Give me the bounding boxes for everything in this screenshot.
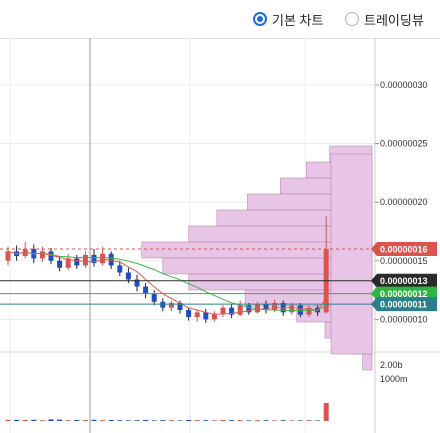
candle-body: [125, 272, 131, 280]
candle-body: [5, 251, 11, 261]
volume-bar: [31, 419, 37, 421]
candle-body: [220, 307, 226, 314]
price-tick-label: 0.00000030: [380, 80, 428, 90]
radio-unselected-icon: [345, 12, 359, 26]
profile-bar: [362, 353, 373, 371]
volume-bar: [297, 420, 303, 421]
volume-bar: [117, 420, 123, 421]
candle-body: [203, 312, 209, 320]
volume-bar: [315, 420, 321, 421]
volume-bar: [229, 420, 235, 421]
price-tick-label: 0.00000010: [380, 314, 428, 324]
volume-bar: [5, 419, 11, 421]
volume-bar: [57, 419, 63, 421]
chart-type-toolbar: 기본 차트 트레이딩뷰: [0, 0, 440, 39]
volume-bar: [22, 420, 28, 421]
volume-bar: [151, 420, 157, 421]
price-tag-label: 0.00000016: [380, 245, 428, 255]
basic-chart-label: 기본 차트: [272, 12, 324, 28]
candle-body: [151, 293, 157, 302]
volume-bar: [203, 420, 209, 421]
volume-bar: [280, 420, 286, 421]
radio-selected-icon: [253, 12, 267, 26]
volume-profile: [141, 145, 373, 371]
candle-body: [117, 265, 123, 273]
volume-bar: [160, 420, 166, 421]
volume-bar: [323, 403, 329, 421]
volume-bar: [263, 420, 269, 421]
volume-bar: [48, 419, 54, 421]
volume-bar: [306, 420, 312, 421]
volume-bar: [143, 420, 149, 421]
candle-body: [297, 305, 303, 315]
volume-bar: [39, 420, 45, 421]
volume-bar: [82, 420, 88, 421]
volume-bar: [134, 420, 140, 421]
volume-bar: [211, 420, 217, 421]
volume-bar: [246, 420, 252, 421]
volume-bar: [194, 420, 200, 421]
candle-body: [160, 301, 166, 308]
candle-body: [100, 253, 106, 264]
candlestick-chart[interactable]: 0.00000030 0.00000025 0.00000020 0.00000015…: [0, 38, 440, 433]
volume-bar: [91, 419, 97, 421]
price-tag-label: 0.00000011: [380, 300, 427, 310]
volume-bar: [168, 420, 174, 421]
candle-body: [289, 305, 295, 313]
candle-body: [74, 258, 80, 266]
volume-bar: [108, 420, 114, 421]
candle-body: [237, 305, 243, 315]
price-tick-label: 0.00000025: [380, 139, 428, 149]
price-tick-label: 0.00000020: [380, 197, 428, 207]
volume-bar: [14, 420, 20, 421]
price-tick-label: 0.00000015: [380, 256, 428, 266]
price-tag-label: 0.00000013: [380, 276, 428, 286]
candle-body: [186, 310, 192, 318]
candle-body: [108, 253, 114, 266]
volume-tick-label: 1000m: [380, 374, 408, 384]
volume-bar: [177, 420, 183, 421]
volume-bars: [5, 403, 329, 421]
volume-bar: [289, 420, 295, 421]
tradingview-label: 트레이딩뷰: [364, 12, 424, 28]
candle-body: [57, 260, 63, 268]
volume-bar: [65, 420, 71, 421]
volume-bar: [272, 420, 278, 421]
volume-bar: [237, 420, 243, 421]
volume-bar: [220, 420, 226, 421]
volume-bar: [125, 420, 131, 421]
candle-body: [82, 254, 88, 266]
price-axis: 0.00000030 0.00000025 0.00000020 0.00000015…: [375, 80, 428, 384]
volume-bar: [186, 420, 192, 421]
volume-bar: [100, 420, 106, 421]
volume-bar: [74, 420, 80, 421]
price-tags: 0.000000160.000000130.000000120.00000011: [371, 242, 437, 312]
candle-body: [194, 312, 200, 318]
tradingview-radio[interactable]: 트레이딩뷰: [345, 10, 424, 28]
volume-tick-label: 2.00b: [380, 360, 403, 370]
candle-body: [39, 251, 45, 259]
volume-bar: [254, 420, 260, 421]
profile-bar: [330, 153, 373, 355]
basic-chart-radio[interactable]: 기본 차트: [253, 10, 323, 28]
candle-body: [143, 286, 149, 294]
